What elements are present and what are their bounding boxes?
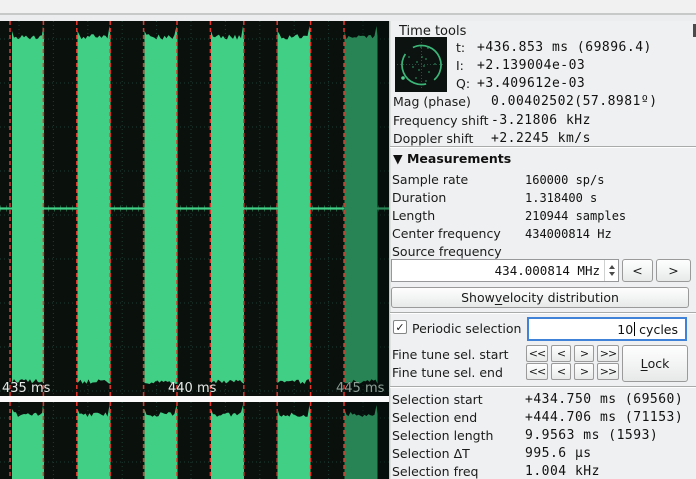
show-velocity-distribution-button[interactable]: Show velocity distribution [391,287,689,308]
length-label: Length [392,208,435,223]
section-divider [390,312,696,313]
time-plot-bottom[interactable] [0,402,389,479]
fine-tune-start-label: Fine tune sel. start [392,347,509,362]
velocity-button-text: Show [461,290,495,305]
spin-down-icon[interactable] [609,272,615,276]
cycles-value: 10 [617,322,633,337]
q-label: Q: [456,76,470,91]
fine-start-big-left-button[interactable]: << [526,345,548,362]
mag-phase-label: Mag (phase) [393,94,471,109]
t-label: t: [456,40,465,55]
i-label: I: [456,58,464,73]
lock-button-text: ock [648,356,670,371]
fine-end-big-left-button[interactable]: << [526,363,548,380]
selection-freq-label: Selection freq [392,464,478,479]
center-frequency-label: Center frequency [392,226,501,241]
time-plot-top[interactable]: 435 ms 440 ms 445 ms [0,21,389,396]
fine-end-big-right-button[interactable]: >> [597,363,619,380]
velocity-button-accel: v [495,290,502,305]
lock-button[interactable]: Lock [622,345,688,382]
source-frequency-label: Source frequency [392,244,502,259]
selection-delta-t-value: 995.6 µs [525,446,592,461]
fine-end-left-button[interactable]: < [551,363,571,380]
selection-freq-value: 1.004 kHz [525,464,600,479]
svg-text:440 ms: 440 ms [168,381,217,396]
selection-length-label: Selection length [392,428,493,443]
spin-up-icon[interactable] [609,265,615,269]
measurements-header[interactable]: ▼ Measurements [393,151,511,166]
fine-tune-end-label: Fine tune sel. end [392,365,503,380]
measurements-header-title: Measurements [407,151,511,166]
doppler-shift-label: Doppler shift [393,131,473,146]
section-divider [390,146,696,147]
center-frequency-value: 434000814 Hz [525,227,612,241]
lock-button-accel: L [641,356,648,371]
frequency-next-button[interactable]: > [656,259,691,282]
velocity-button-text2: elocity distribution [502,290,619,305]
svg-text:445 ms: 445 ms [336,381,385,396]
text-caret [634,322,635,336]
frequency-spinbox-value[interactable]: 434.000814 MHz [392,260,604,281]
frequency-shift-value: -3.21806 kHz [491,113,591,128]
top-toolbar-strip [0,0,696,21]
frequency-shift-label: Frequency shift [393,113,489,128]
sample-rate-value: 160000 sp/s [525,173,604,187]
q-value: +3.409612e-03 [477,76,585,91]
selection-length-value: 9.9563 ms (1593) [525,428,658,443]
svg-text:435 ms: 435 ms [2,381,51,396]
selection-delta-t-label: Selection ΔT [392,446,470,461]
t-value: +436.853 ms (69896.4) [477,40,652,55]
checkmark-icon: ✓ [395,321,404,334]
selection-start-label: Selection start [392,392,483,407]
doppler-shift-value: +2.2245 km/s [491,131,591,146]
selection-end-value: +444.706 ms (71153) [525,410,683,425]
periodic-selection-checkbox[interactable]: ✓ [393,320,407,334]
fine-end-right-button[interactable]: > [574,363,594,380]
frequency-prev-button[interactable]: < [622,259,653,282]
waveform-plot-area[interactable]: 435 ms 440 ms 445 ms [0,21,389,479]
duration-value: 1.318400 s [525,191,597,205]
iq-constellation-display [395,37,447,92]
fine-start-big-right-button[interactable]: >> [597,345,619,362]
periodic-selection-label: Periodic selection [412,321,521,336]
fine-start-left-button[interactable]: < [551,345,571,362]
selection-end-label: Selection end [392,410,477,425]
length-value: 210944 samples [525,209,626,223]
frequency-spinbox-arrows[interactable] [604,260,618,281]
duration-label: Duration [392,190,446,205]
selection-start-value: +434.750 ms (69560) [525,392,683,407]
collapse-icon[interactable]: ▼ [393,151,403,166]
cycles-suffix: cycles [639,322,678,337]
sample-rate-label: Sample rate [392,172,468,187]
frequency-spinbox[interactable]: 434.000814 MHz [391,259,619,282]
section-divider [390,386,696,387]
fine-start-right-button[interactable]: > [574,345,594,362]
cycles-input[interactable]: 10 cycles [527,317,687,341]
i-value: +2.139004e-03 [477,58,585,73]
mag-phase-value: 0.00402502(57.8981º) [491,94,658,109]
